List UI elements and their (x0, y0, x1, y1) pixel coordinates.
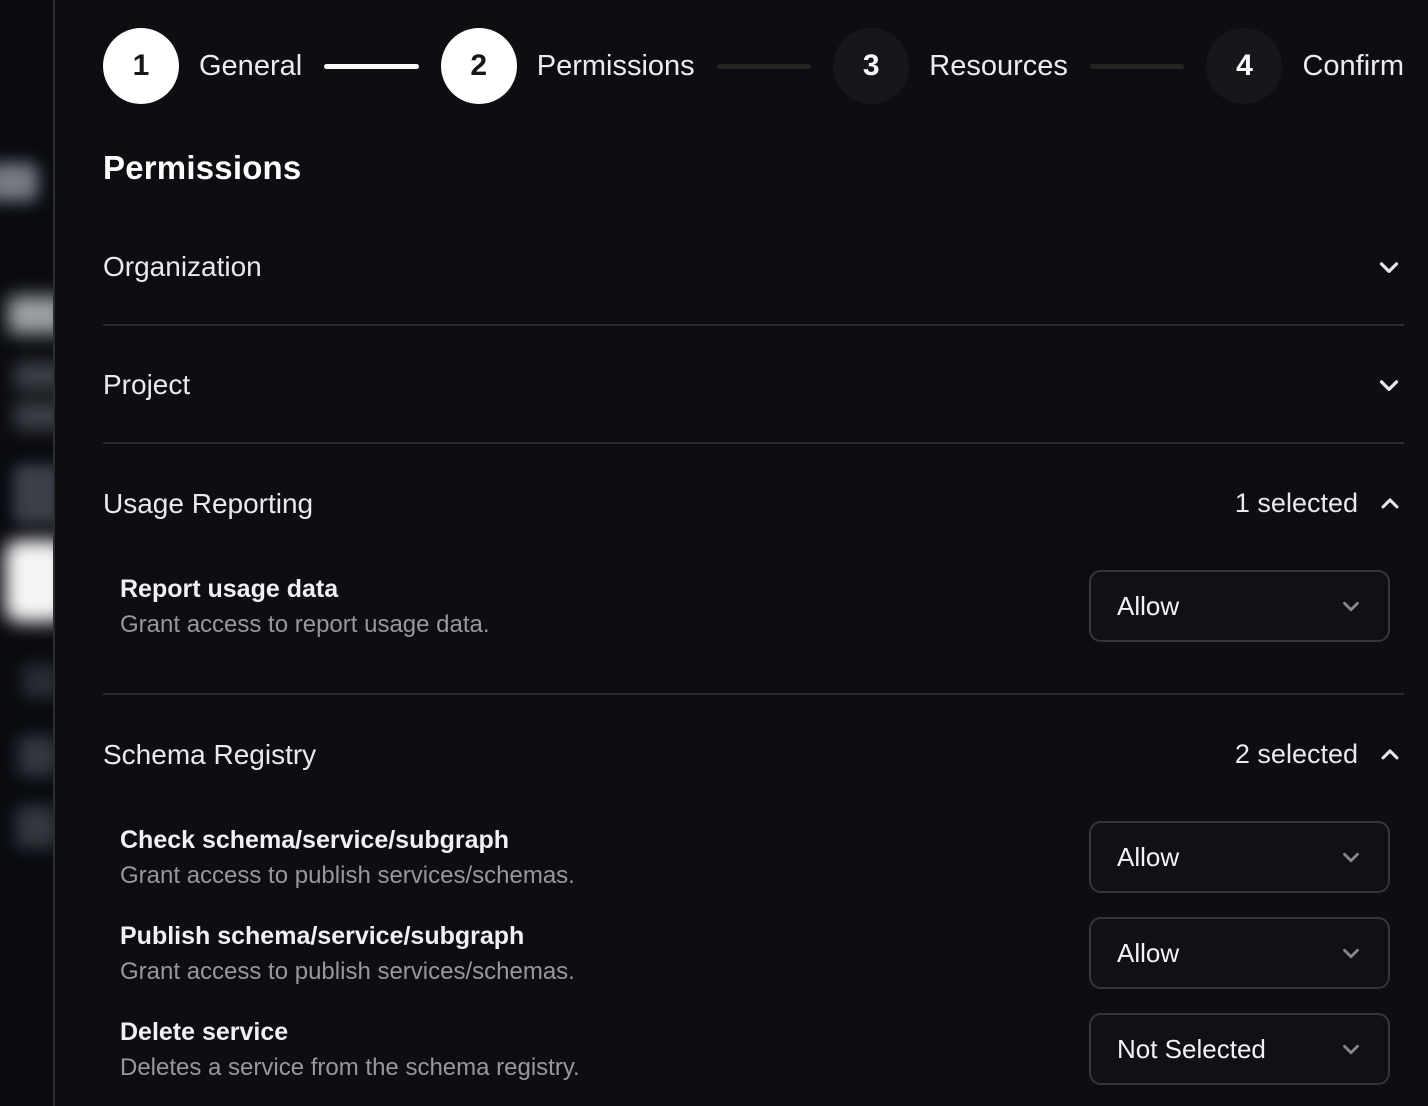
step-connector (717, 64, 812, 69)
section-organization: Organization (103, 208, 1404, 326)
blurred-text-shape (18, 736, 53, 776)
selected-count-badge: 2 selected (1235, 739, 1358, 770)
permission-select[interactable]: Allow (1089, 821, 1390, 893)
permission-select-value: Allow (1117, 938, 1179, 969)
permission-select[interactable]: Allow (1089, 917, 1390, 989)
step-label: General (199, 50, 302, 83)
step-label: Confirm (1302, 50, 1404, 83)
permission-row-delete-service: Delete service Deletes a service from th… (103, 1013, 1404, 1085)
permission-select[interactable]: Allow (1089, 570, 1390, 642)
section-organization-header[interactable]: Organization (103, 208, 1404, 282)
permission-description: Deletes a service from the schema regist… (120, 1055, 580, 1081)
permission-description: Grant access to publish services/schemas… (120, 863, 575, 889)
blurred-white-card (5, 540, 53, 622)
step-general[interactable]: 1 General (103, 28, 302, 104)
section-usage-reporting-header[interactable]: Usage Reporting 1 selected (103, 444, 1404, 519)
chevron-down-icon (1374, 252, 1404, 282)
blurred-text-shape (14, 402, 53, 430)
step-confirm[interactable]: 4 Confirm (1206, 28, 1404, 104)
step-number-badge: 3 (833, 28, 909, 104)
blurred-pill-shape (0, 163, 38, 201)
chevron-up-icon (1376, 741, 1404, 769)
step-resources[interactable]: 3 Resources (833, 28, 1068, 104)
step-label: Resources (929, 50, 1068, 83)
permissions-wizard-panel: 1 General 2 Permissions 3 Resources 4 Co… (55, 0, 1428, 1106)
permission-select-value: Allow (1117, 842, 1179, 873)
permission-title: Check schema/service/subgraph (120, 826, 575, 854)
step-label: Permissions (537, 50, 695, 83)
section-title: Schema Registry (103, 740, 316, 770)
chevron-down-icon (1338, 593, 1364, 619)
selected-count-badge: 1 selected (1235, 488, 1358, 519)
permission-select-value: Not Selected (1117, 1034, 1266, 1065)
permission-title: Report usage data (120, 575, 490, 603)
chevron-down-icon (1338, 940, 1364, 966)
permission-description: Grant access to report usage data. (120, 612, 490, 638)
step-connector (324, 64, 419, 69)
background-page-blurred (0, 0, 53, 1106)
section-usage-reporting: Usage Reporting 1 selected Report usage … (103, 444, 1404, 695)
section-title: Project (103, 370, 190, 400)
step-number-badge: 4 (1206, 28, 1282, 104)
step-number-badge: 1 (103, 28, 179, 104)
section-project: Project (103, 326, 1404, 444)
permission-row-report-usage-data: Report usage data Grant access to report… (103, 570, 1404, 642)
page-title: Permissions (103, 148, 1404, 188)
permission-row-publish-schema: Publish schema/service/subgraph Grant ac… (103, 917, 1404, 989)
permission-select[interactable]: Not Selected (1089, 1013, 1390, 1085)
section-title: Organization (103, 252, 262, 282)
chevron-down-icon (1338, 1036, 1364, 1062)
section-schema-registry-header[interactable]: Schema Registry 2 selected (103, 695, 1404, 770)
blurred-tile-shape (13, 464, 53, 524)
step-connector (1090, 64, 1185, 69)
permission-title: Publish schema/service/subgraph (120, 922, 575, 950)
blurred-text-shape (22, 664, 53, 698)
section-project-header[interactable]: Project (103, 326, 1404, 400)
chevron-down-icon (1338, 844, 1364, 870)
chevron-up-icon (1376, 490, 1404, 518)
blurred-text-shape (14, 362, 53, 390)
section-schema-registry: Schema Registry 2 selected Check schema/… (103, 695, 1404, 1085)
permission-row-check-schema: Check schema/service/subgraph Grant acce… (103, 821, 1404, 893)
wizard-stepper: 1 General 2 Permissions 3 Resources 4 Co… (103, 28, 1404, 104)
blurred-text-shape (16, 806, 53, 848)
chevron-down-icon (1374, 370, 1404, 400)
section-title: Usage Reporting (103, 489, 313, 519)
permission-title: Delete service (120, 1018, 580, 1046)
blurred-text-shape (8, 296, 53, 334)
permission-description: Grant access to publish services/schemas… (120, 959, 575, 985)
step-permissions[interactable]: 2 Permissions (441, 28, 695, 104)
step-number-badge: 2 (441, 28, 517, 104)
permission-select-value: Allow (1117, 591, 1179, 622)
